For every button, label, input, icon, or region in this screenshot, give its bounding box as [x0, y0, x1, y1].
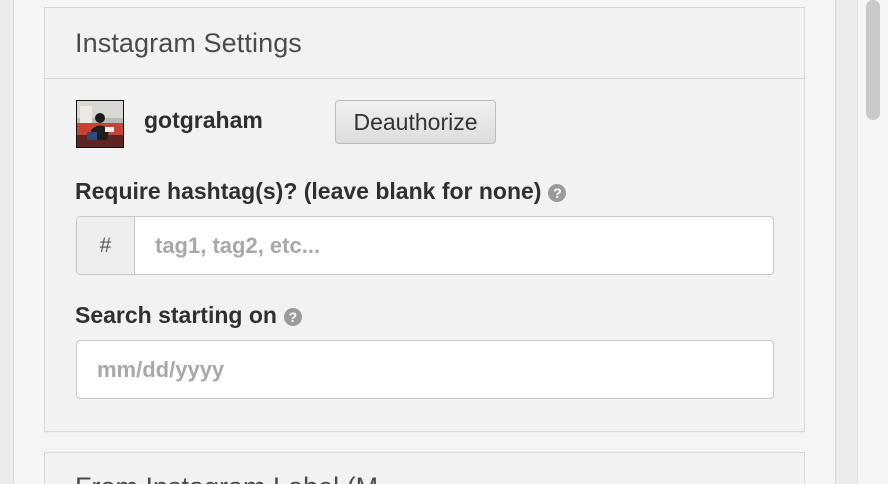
search-start-input[interactable]: [97, 356, 747, 384]
settings-page: Instagram Settings gotgraham Deauthorize…: [0, 0, 888, 484]
profile-photo-svg: [77, 101, 123, 147]
search-start-label: Search starting on: [75, 302, 277, 328]
search-start-field-box: [76, 340, 774, 399]
hashtag-input-group: #: [76, 216, 774, 275]
hashtag-input[interactable]: [155, 232, 745, 260]
search-start-label-row: Search starting on?: [75, 302, 302, 329]
help-icon[interactable]: ?: [548, 184, 567, 202]
hashtag-label-row: Require hashtag(s)? (leave blank for non…: [75, 178, 567, 205]
instagram-settings-panel: Instagram Settings gotgraham Deauthorize…: [44, 7, 805, 432]
deauthorize-button[interactable]: Deauthorize: [335, 100, 496, 144]
vertical-scrollbar-thumb[interactable]: [866, 0, 880, 120]
hashtag-label: Require hashtag(s)? (leave blank for non…: [75, 178, 542, 204]
next-settings-panel: From Instagram Label (M...: [44, 452, 805, 484]
help-icon[interactable]: ?: [283, 308, 302, 326]
profile-photo-icon: [76, 100, 124, 148]
instagram-username: gotgraham: [144, 107, 263, 133]
hash-prefix: #: [77, 217, 135, 274]
next-panel-title: From Instagram Label (M...: [75, 472, 401, 484]
panel-title: Instagram Settings: [75, 28, 302, 58]
panel-header: Instagram Settings: [45, 8, 804, 79]
